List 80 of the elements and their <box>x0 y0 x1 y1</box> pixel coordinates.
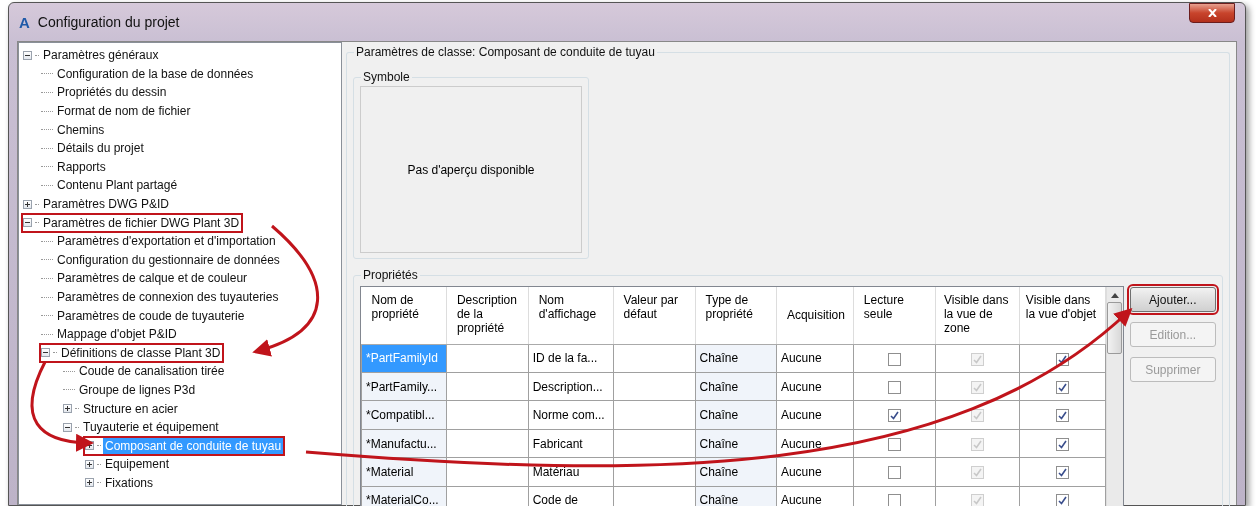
preview-text: Pas d'aperçu disponible <box>407 162 535 177</box>
expand-icon[interactable] <box>63 404 72 414</box>
table-cell[interactable]: *PartFamily... <box>361 372 447 401</box>
collapse-icon[interactable] <box>41 348 50 358</box>
table-cell: Chaîne <box>695 372 777 401</box>
close-icon <box>1207 9 1217 17</box>
table-cell[interactable]: *Compatibl... <box>361 400 447 430</box>
checkbox[interactable] <box>887 352 901 366</box>
expand-icon[interactable] <box>23 199 32 209</box>
tree-item[interactable]: Paramètres de fichier DWG Plant 3D <box>41 214 242 231</box>
tree-item[interactable]: Structure en acier <box>81 400 180 417</box>
checkbox[interactable] <box>887 466 901 480</box>
column-header[interactable]: Type de propriété <box>695 287 777 345</box>
table-cell: ID de la fa... <box>528 344 614 373</box>
tree-item[interactable]: Définitions de classe Plant 3D <box>59 344 223 361</box>
tree-item[interactable]: Fixations <box>103 474 156 491</box>
column-header[interactable]: Lecture seule <box>853 287 936 345</box>
group-title: Paramètres de classe: Composant de conduite de tuyau <box>354 45 657 60</box>
checkbox[interactable] <box>1055 494 1069 506</box>
table-cell[interactable]: *MaterialCo... <box>361 486 447 506</box>
checkbox[interactable] <box>1055 437 1069 451</box>
tree-item[interactable]: Détails du projet <box>55 140 146 157</box>
table-cell: Aucune <box>776 429 854 458</box>
tree-item[interactable]: Tuyauterie et équipement <box>81 419 221 436</box>
tree-item[interactable]: Paramètres généraux <box>41 47 161 64</box>
tree-item[interactable]: Coude de canalisation tirée <box>77 363 227 380</box>
expand-icon[interactable] <box>85 478 94 488</box>
collapse-icon[interactable] <box>23 50 32 60</box>
tree-item[interactable]: Format de nom de fichier <box>55 103 193 120</box>
column-header[interactable]: Acquisition <box>776 287 854 345</box>
tree-item[interactable]: Groupe de lignes P3d <box>77 382 198 398</box>
table-cell: Chaîne <box>695 400 777 430</box>
table-cell[interactable]: *Manufactu... <box>361 429 447 458</box>
checkbox[interactable] <box>887 409 901 423</box>
checkbox[interactable] <box>1055 409 1069 423</box>
table-cell: Fabricant <box>528 429 614 458</box>
collapse-icon[interactable] <box>23 218 32 228</box>
tree-item[interactable]: Propriétés du dessin <box>55 84 169 101</box>
tree-item[interactable]: Mappage d'objet P&ID <box>55 326 179 343</box>
expand-icon[interactable] <box>85 459 94 469</box>
tree-item[interactable]: Equipement <box>103 456 172 473</box>
tree-item[interactable]: Paramètres DWG P&ID <box>41 196 172 213</box>
window-title: Configuration du projet <box>37 14 180 30</box>
close-button[interactable] <box>1189 3 1235 23</box>
app-logo: A <box>19 13 30 31</box>
column-header[interactable]: Valeur par défaut <box>613 287 695 345</box>
tree-item[interactable]: Configuration du gestionnaire de données <box>55 251 282 268</box>
group-title: Propriétés <box>361 268 420 283</box>
checkbox[interactable] <box>887 494 901 506</box>
table-cell: Matériau <box>528 457 614 487</box>
checkbox[interactable] <box>1055 466 1069 480</box>
column-header[interactable]: Visible dans la vue d'objet <box>1019 287 1106 345</box>
tree-item[interactable]: Rapports <box>55 158 108 175</box>
tree-item[interactable]: Paramètres d'exportation et d'importation <box>55 233 278 250</box>
expand-icon[interactable] <box>85 441 94 451</box>
tree-item[interactable]: Contenu Plant partagé <box>55 177 180 194</box>
group-title: Symbole <box>361 70 412 85</box>
table-cell: Aucune <box>776 372 854 401</box>
tree-item[interactable]: Paramètres de calque et de couleur <box>55 270 250 287</box>
table-cell: Chaîne <box>695 344 777 373</box>
column-header[interactable]: Nom de propriété <box>361 287 447 345</box>
tree-item[interactable]: Paramètres de coude de tuyauterie <box>55 307 247 324</box>
column-header[interactable]: Visible dans la vue de zone <box>935 287 1020 345</box>
column-header[interactable]: Nom d'affichage <box>528 287 614 345</box>
action-button[interactable]: Ajouter... <box>1129 287 1216 312</box>
table-cell: Norme com... <box>528 400 614 430</box>
collapse-icon[interactable] <box>63 422 72 432</box>
column-header[interactable]: Description de la propriété <box>446 287 529 345</box>
checkbox[interactable] <box>1055 380 1069 394</box>
table-cell: Aucune <box>776 344 854 373</box>
table-cell: Chaîne <box>695 429 777 458</box>
table-cell: Description... <box>528 372 614 401</box>
tree-item[interactable]: Paramètres de connexion des tuyauteries <box>55 289 281 305</box>
tree-item[interactable]: Chemins <box>55 121 107 138</box>
table-cell: Aucune <box>776 457 854 487</box>
checkbox[interactable] <box>887 380 901 394</box>
checkbox[interactable] <box>887 437 901 451</box>
scroll-up-icon[interactable] <box>1110 293 1119 298</box>
table-cell: Aucune <box>776 400 854 430</box>
tree-item[interactable]: Configuration de la base de données <box>55 65 256 82</box>
